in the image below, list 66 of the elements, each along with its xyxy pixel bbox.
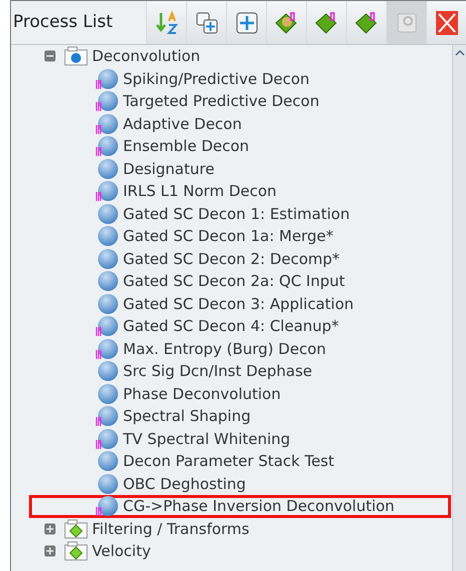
ball-icon bbox=[95, 405, 119, 428]
ball-icon bbox=[95, 292, 119, 315]
diamond-icon bbox=[314, 10, 340, 34]
process-item[interactable]: Adaptive Decon bbox=[123, 112, 242, 135]
process-item[interactable]: IRLS L1 Norm Decon bbox=[123, 180, 277, 202]
toolbar-button[interactable] bbox=[306, 1, 346, 44]
toolbar-button[interactable] bbox=[266, 1, 306, 44]
process-item[interactable]: Targeted Predictive Decon bbox=[123, 90, 320, 112]
ball-icon bbox=[95, 428, 119, 450]
ball-icon bbox=[95, 270, 119, 292]
ball-icon bbox=[95, 248, 119, 270]
ball-icon bbox=[95, 225, 119, 248]
process-item[interactable]: Gated SC Decon 4: Cleanup* bbox=[123, 315, 339, 338]
ball-icon bbox=[95, 202, 119, 225]
toolbar-button[interactable] bbox=[426, 1, 466, 44]
ball-icon bbox=[95, 90, 119, 112]
collapse-icon[interactable] bbox=[44, 50, 56, 62]
group-label[interactable]: Deconvolution bbox=[92, 45, 200, 68]
ball-icon bbox=[95, 315, 119, 338]
copy-icon bbox=[196, 12, 218, 34]
process-item[interactable]: Gated SC Decon 2a: QC Input bbox=[123, 270, 345, 292]
sort-icon bbox=[156, 10, 178, 34]
process-item[interactable]: Decon Parameter Stack Test bbox=[123, 450, 334, 472]
ball-icon bbox=[95, 472, 119, 495]
ball-icon bbox=[95, 158, 119, 180]
process-item[interactable]: Gated SC Decon 1a: Merge* bbox=[123, 225, 334, 248]
scrollbar[interactable] bbox=[452, 45, 466, 571]
diamond-icon bbox=[354, 10, 380, 34]
page-icon bbox=[396, 12, 418, 34]
ball-icon bbox=[95, 68, 119, 90]
ball-icon bbox=[95, 450, 119, 472]
process-item[interactable]: Gated SC Decon 1: Estimation bbox=[123, 202, 350, 225]
toolbar-button[interactable] bbox=[146, 1, 186, 44]
expand-icon[interactable] bbox=[44, 545, 56, 558]
process-item[interactable]: Ensemble Decon bbox=[123, 135, 250, 158]
add-icon bbox=[236, 12, 258, 34]
process-item[interactable]: TV Spectral Whitening bbox=[123, 428, 290, 450]
scroll-up-icon[interactable] bbox=[454, 49, 464, 57]
ball-icon bbox=[95, 338, 119, 360]
ball-icon bbox=[95, 382, 119, 405]
group-label[interactable]: Velocity bbox=[92, 540, 151, 562]
expand-icon[interactable] bbox=[44, 522, 56, 535]
folder-icon bbox=[64, 46, 88, 66]
process-item[interactable]: Gated SC Decon 2: Decomp* bbox=[123, 248, 340, 270]
ball-icon bbox=[95, 360, 119, 382]
toolbar-button[interactable] bbox=[346, 1, 386, 44]
process-item[interactable]: Gated SC Decon 3: Application bbox=[123, 292, 354, 315]
process-item[interactable]: Src Sig Dcn/Inst Dephase bbox=[123, 360, 312, 382]
process-item[interactable]: Designature bbox=[123, 158, 214, 180]
ball-icon bbox=[95, 495, 119, 518]
group-label[interactable]: Filtering / Transforms bbox=[92, 518, 250, 540]
process-item[interactable]: Spectral Shaping bbox=[123, 405, 251, 428]
ball-icon bbox=[95, 135, 119, 158]
process-item[interactable]: Spiking/Predictive Decon bbox=[123, 68, 310, 90]
diamond-icon bbox=[274, 10, 300, 34]
ball-icon bbox=[95, 180, 119, 202]
close-icon bbox=[436, 10, 458, 34]
ball-icon bbox=[95, 112, 119, 135]
toolbar-button[interactable] bbox=[186, 1, 226, 44]
process-item[interactable]: Max. Entropy (Burg) Decon bbox=[123, 338, 326, 360]
folder-icon bbox=[64, 541, 88, 562]
process-item[interactable]: OBC Deghosting bbox=[123, 472, 246, 495]
folder-icon bbox=[64, 518, 88, 539]
panel-title: Process List bbox=[12, 10, 114, 34]
process-item[interactable]: Phase Deconvolution bbox=[123, 382, 281, 405]
toolbar-button[interactable] bbox=[226, 1, 266, 44]
